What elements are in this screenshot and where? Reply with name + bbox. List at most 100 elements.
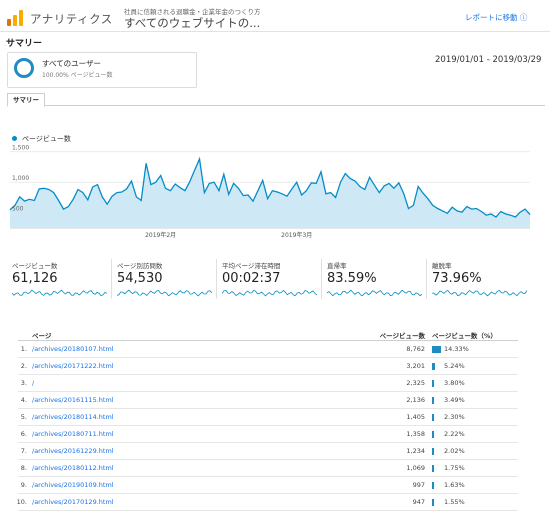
page-link[interactable]: /archives/20170129.html [32,498,114,506]
share-bar [432,431,434,438]
pct-value: 1.63% [444,481,465,489]
x-tick-label: 2019年2月 [145,231,176,239]
date-range-picker[interactable]: 2019/01/01 - 2019/03/29 [435,55,541,65]
kpi-label[interactable]: ページビュー数 [12,260,57,270]
pageviews-value: 8,762 [406,345,425,353]
row-divider [18,442,518,443]
kpi-value: 00:02:37 [222,271,281,286]
analytics-logo-icon[interactable] [6,9,24,27]
row-index: 9. [20,481,27,489]
pct-value: 5.24% [444,362,465,370]
pageviews-value: 947 [412,498,425,506]
page-link[interactable]: /archives/20180107.html [32,345,114,353]
page-link[interactable]: /archives/20180112.html [32,464,114,472]
share-bar [432,397,435,404]
header-divider [0,31,550,32]
kpi-separator [426,259,427,299]
pct-value: 2.02% [444,447,465,455]
row-index: 3. [20,379,27,387]
row-divider [18,391,518,392]
kpi-value: 61,126 [12,271,58,286]
kpi-label[interactable]: 平均ページ滞在時間 [222,260,280,270]
pageviews-chart[interactable]: 1,500 1,000 500 2019年2月 2019年3月 [0,140,550,240]
row-divider [18,493,518,494]
page-title: サマリー [6,39,43,49]
row-divider [18,459,518,460]
segment-ring-icon [14,58,34,78]
pageviews-value: 2,325 [406,379,425,387]
pageviews-value: 1,234 [406,447,425,455]
app-name: アナリティクス [30,12,113,26]
share-bar [432,465,434,472]
share-bar [432,363,436,370]
site-selector[interactable]: すべてのウェブサイトの... [124,15,260,31]
row-divider [18,476,518,477]
y-tick-label: 1,000 [12,175,29,182]
go-to-report-link[interactable]: レポートに移動 ⓘ [465,12,527,23]
kpi-sparkline [222,289,317,297]
pct-value: 3.49% [444,396,465,404]
pageviews-value: 3,201 [406,362,425,370]
row-index: 2. [20,362,27,370]
pageviews-value: 1,069 [406,464,425,472]
share-bar [432,380,435,387]
row-index: 6. [20,430,27,438]
share-bar [432,482,434,489]
kpi-separator [216,259,217,299]
kpi-label[interactable]: 直帰率 [327,260,347,270]
y-tick-label: 500 [12,206,24,213]
pct-value: 3.80% [444,379,465,387]
kpi-value: 54,530 [117,271,163,286]
page-link[interactable]: /archives/20180711.html [32,430,114,438]
kpi-separator [111,259,112,299]
kpi-sparkline [12,289,107,297]
pageviews-column-header[interactable]: ページビュー数 [362,330,425,340]
page-link[interactable]: /archives/20190109.html [32,481,114,489]
page-link[interactable]: /archives/20180114.html [32,413,114,421]
page-link[interactable]: /archives/20161115.html [32,396,114,404]
segment-label: すべてのユーザー [42,59,102,68]
pct-column-header[interactable]: ページビュー数（%） [432,330,497,340]
share-bar [432,346,441,353]
row-index: 1. [20,345,27,353]
segment-sub: 100.00% ページビュー数 [42,72,113,79]
y-tick-label: 1,500 [12,145,29,152]
table-header-divider [18,340,518,341]
kpi-sparkline [432,289,527,297]
tab-divider [7,105,545,106]
row-index: 5. [20,413,27,421]
row-divider [18,357,518,358]
kpi-value: 73.96% [432,271,482,286]
pct-value: 1.55% [444,498,465,506]
kpi-label[interactable]: 離脱率 [432,260,452,270]
row-index: 7. [20,447,27,455]
pct-value: 14.33% [444,345,469,353]
pct-value: 1.75% [444,464,465,472]
row-divider [18,510,518,511]
tab-summary[interactable]: サマリー [7,93,45,107]
share-bar [432,414,434,421]
kpi-sparkline [327,289,422,297]
kpi-separator [321,259,322,299]
kpi-sparkline [117,289,212,297]
page-link[interactable]: /archives/20171222.html [32,362,114,370]
pageviews-value: 2,136 [406,396,425,404]
row-index: 8. [20,464,27,472]
pct-value: 2.22% [444,430,465,438]
x-tick-label: 2019年3月 [281,231,312,239]
row-index: 4. [20,396,27,404]
pct-value: 2.30% [444,413,465,421]
row-divider [18,408,518,409]
page-column-header[interactable]: ページ [32,330,51,340]
kpi-label[interactable]: ページ別訪問数 [117,260,162,270]
pageviews-value: 1,405 [406,413,425,421]
share-bar [432,448,434,455]
pageviews-value: 997 [412,481,425,489]
page-link[interactable]: /archives/20161229.html [32,447,114,455]
pageviews-value: 1,358 [406,430,425,438]
share-bar [432,499,434,506]
row-index: 10. [16,498,27,506]
row-divider [18,374,518,375]
page-link[interactable]: / [32,379,34,387]
kpi-value: 83.59% [327,271,377,286]
